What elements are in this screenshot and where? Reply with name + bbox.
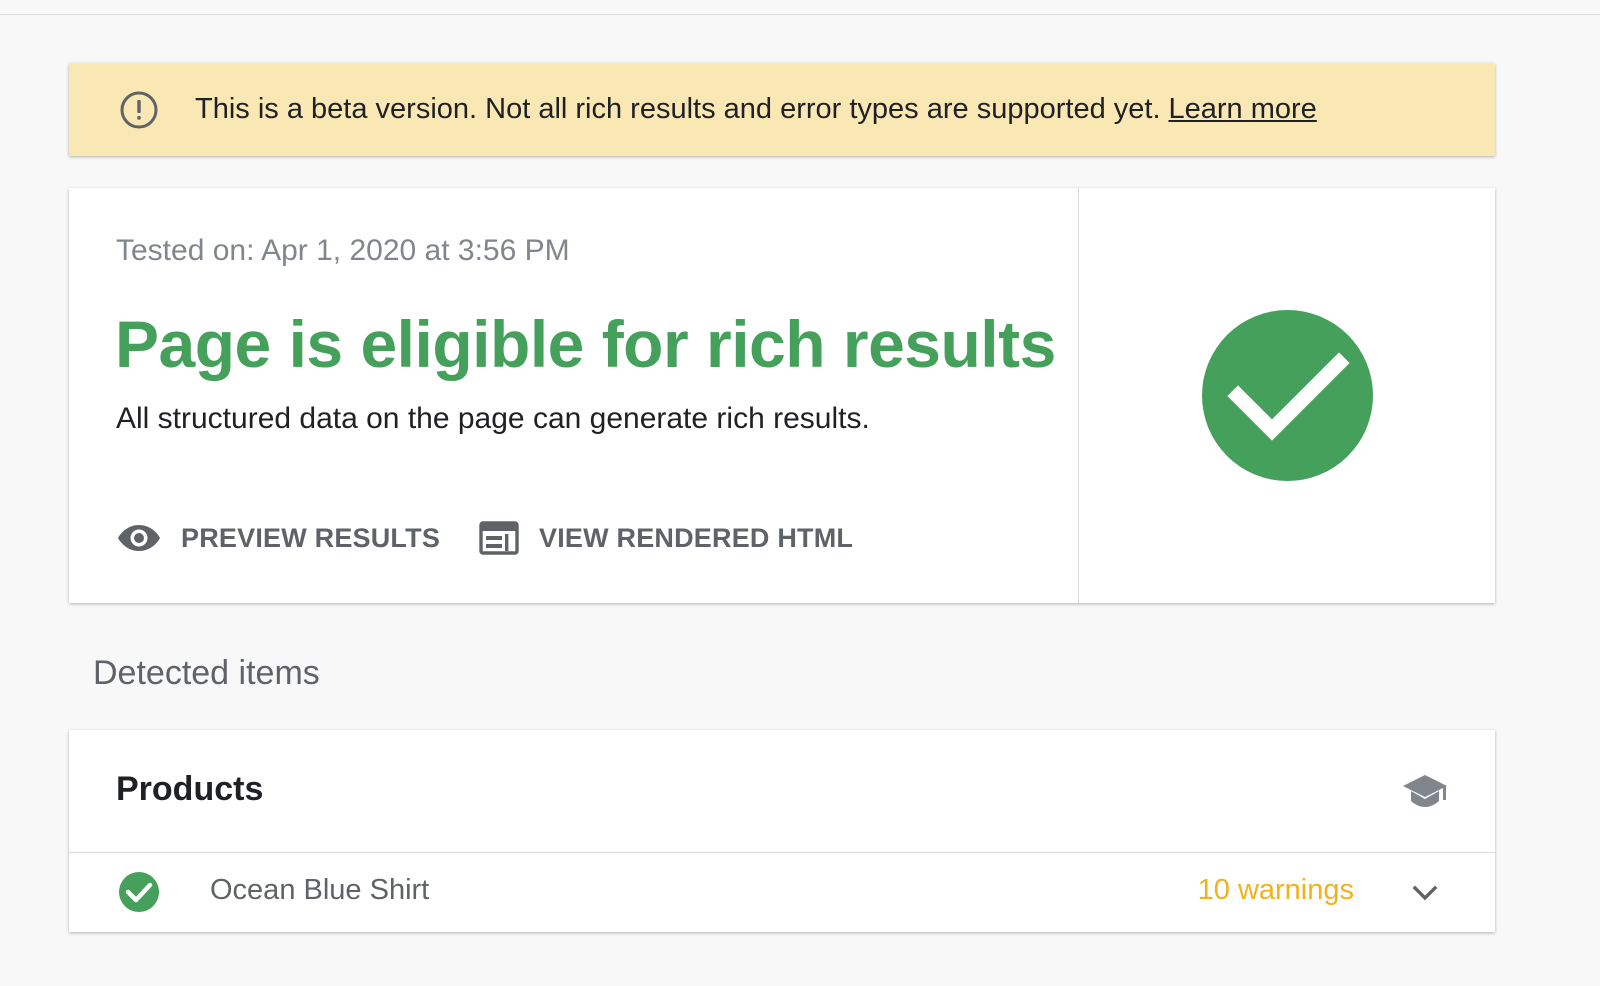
tested-on-timestamp: Tested on: Apr 1, 2020 at 3:56 PM [116, 234, 570, 267]
web-page-icon [479, 521, 519, 555]
warnings-count: 10 warnings [1197, 874, 1354, 906]
card-vertical-divider [1078, 188, 1079, 603]
products-card: Products Ocean Blue Shirt 10 warnings [69, 730, 1495, 932]
list-item[interactable]: Ocean Blue Shirt 10 warnings [69, 853, 1495, 932]
warning-circle-icon [120, 91, 158, 129]
view-rendered-html-button[interactable]: VIEW RENDERED HTML [479, 518, 853, 558]
banner-message-text: This is a beta version. Not all rich res… [195, 93, 1161, 125]
view-rendered-html-label: VIEW RENDERED HTML [539, 522, 854, 553]
top-divider [0, 14, 1600, 15]
check-circle-icon [1202, 310, 1373, 481]
preview-results-button[interactable]: PREVIEW RESULTS [117, 518, 440, 558]
school-cap-icon[interactable] [1402, 772, 1448, 812]
products-title: Products [116, 770, 264, 808]
banner-message: This is a beta version. Not all rich res… [195, 91, 1317, 127]
beta-banner: This is a beta version. Not all rich res… [69, 63, 1495, 156]
chevron-down-icon[interactable] [1409, 877, 1441, 909]
preview-results-label: PREVIEW RESULTS [181, 522, 441, 553]
detected-items-heading: Detected items [93, 654, 320, 692]
test-result-card: Tested on: Apr 1, 2020 at 3:56 PM Page i… [69, 188, 1495, 603]
result-description: All structured data on the page can gene… [116, 402, 870, 435]
result-headline: Page is eligible for rich results [115, 307, 1056, 381]
item-name: Ocean Blue Shirt [210, 874, 430, 906]
eye-icon [118, 525, 160, 551]
check-circle-icon [119, 872, 159, 912]
learn-more-link[interactable]: Learn more [1169, 93, 1317, 125]
